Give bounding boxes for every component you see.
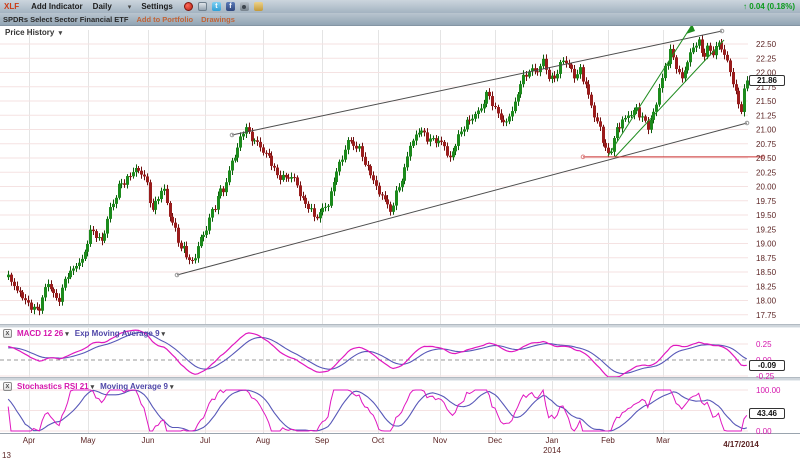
chevron-down-icon[interactable]: ▾ <box>128 3 132 11</box>
settings-button[interactable]: Settings <box>141 2 173 11</box>
svg-text:-0.25: -0.25 <box>756 372 775 381</box>
svg-text:20.75: 20.75 <box>756 140 777 149</box>
svg-text:17.75: 17.75 <box>756 311 777 320</box>
price-history-dropdown[interactable]: Price History ▾ <box>5 28 62 37</box>
drawings-link[interactable]: Drawings <box>201 15 235 24</box>
svg-text:21.25: 21.25 <box>756 111 777 120</box>
svg-text:100.00: 100.00 <box>756 386 781 395</box>
svg-text:Apr: Apr <box>23 436 36 445</box>
svg-text:18.00: 18.00 <box>756 297 777 306</box>
add-to-portfolio-link[interactable]: Add to Portfolio <box>136 15 193 24</box>
up-arrow-icon: ↑ <box>743 2 747 11</box>
stoch-value-box: 43.46 <box>749 408 785 419</box>
macd-title-dropdown[interactable]: MACD 12 26 <box>17 329 63 338</box>
svg-text:May: May <box>80 436 95 445</box>
symbol-full-name: SPDRs Select Sector Financial ETF <box>3 15 128 24</box>
facebook-icon[interactable]: f <box>226 2 235 11</box>
svg-text:13: 13 <box>2 451 11 460</box>
chat-icon[interactable] <box>254 2 263 11</box>
symbol-tab[interactable]: XLF <box>4 2 19 11</box>
svg-text:Aug: Aug <box>256 436 270 445</box>
svg-text:18.25: 18.25 <box>756 282 777 291</box>
svg-text:19.75: 19.75 <box>756 197 777 206</box>
stoch-panel-header: x Stochastics RSI 21 ▾ Moving Average 9 … <box>3 382 174 391</box>
svg-text:22.50: 22.50 <box>756 40 777 49</box>
chevron-down-icon: ▾ <box>65 330 69 338</box>
stoch-title-dropdown[interactable]: Stochastics RSI 21 <box>17 382 89 391</box>
svg-text:19.50: 19.50 <box>756 211 777 220</box>
chevron-down-icon: ▾ <box>170 383 174 391</box>
svg-text:20.50: 20.50 <box>756 154 777 163</box>
quote-change: ↑ 0.04 (0.18%) <box>743 2 795 11</box>
add-indicator-button[interactable]: Add Indicator <box>31 2 83 11</box>
svg-text:Jun: Jun <box>142 436 155 445</box>
svg-text:Sep: Sep <box>315 436 330 445</box>
svg-text:20.00: 20.00 <box>756 183 777 192</box>
twitter-icon[interactable]: t <box>212 2 221 11</box>
svg-text:Feb: Feb <box>601 436 615 445</box>
svg-text:21.00: 21.00 <box>756 126 777 135</box>
svg-text:Nov: Nov <box>433 436 447 445</box>
chevron-down-icon: ▾ <box>162 330 166 338</box>
stoch-overlay-dropdown[interactable]: Moving Average 9 <box>100 382 168 391</box>
printer-icon[interactable] <box>198 2 207 11</box>
svg-text:19.25: 19.25 <box>756 225 777 234</box>
svg-text:20.25: 20.25 <box>756 168 777 177</box>
toolbar-main: XLF Add Indicator Daily ▾ Settings t f ↑… <box>0 0 800 13</box>
svg-text:Mar: Mar <box>656 436 670 445</box>
chevron-down-icon: ▾ <box>91 383 95 391</box>
svg-text:Dec: Dec <box>488 436 502 445</box>
chevron-down-icon: ▾ <box>59 30 63 37</box>
svg-text:2014: 2014 <box>543 446 561 455</box>
macd-overlay-dropdown[interactable]: Exp Moving Average 9 <box>75 329 160 338</box>
period-select[interactable]: Daily <box>93 2 112 11</box>
svg-text:18.50: 18.50 <box>756 268 777 277</box>
svg-text:21.50: 21.50 <box>756 97 777 106</box>
svg-text:Jul: Jul <box>200 436 210 445</box>
last-price-box: 21.86 <box>749 75 785 86</box>
close-macd-button[interactable]: x <box>3 329 12 338</box>
svg-text:4/17/2014: 4/17/2014 <box>723 440 759 449</box>
trading-app-window: { "toolbar": { "symbol": "XLF", "add_ind… <box>0 0 800 462</box>
macd-value-box: -0.09 <box>749 360 785 371</box>
svg-text:19.00: 19.00 <box>756 240 777 249</box>
chart-canvas[interactable]: 22.5022.2522.0021.7521.5021.2521.0020.75… <box>0 26 800 462</box>
alerts-clock-icon[interactable] <box>184 2 193 11</box>
svg-text:18.75: 18.75 <box>756 254 777 263</box>
svg-text:0.00: 0.00 <box>756 427 772 436</box>
svg-text:Oct: Oct <box>372 436 385 445</box>
close-stoch-button[interactable]: x <box>3 382 12 391</box>
svg-text:0.25: 0.25 <box>756 340 772 349</box>
camera-icon[interactable] <box>240 2 249 11</box>
macd-panel-header: x MACD 12 26 ▾ Exp Moving Average 9 ▾ <box>3 329 165 338</box>
svg-text:22.25: 22.25 <box>756 54 777 63</box>
toolbar-symbol-info: SPDRs Select Sector Financial ETF Add to… <box>0 13 800 26</box>
svg-text:Jan: Jan <box>546 436 559 445</box>
